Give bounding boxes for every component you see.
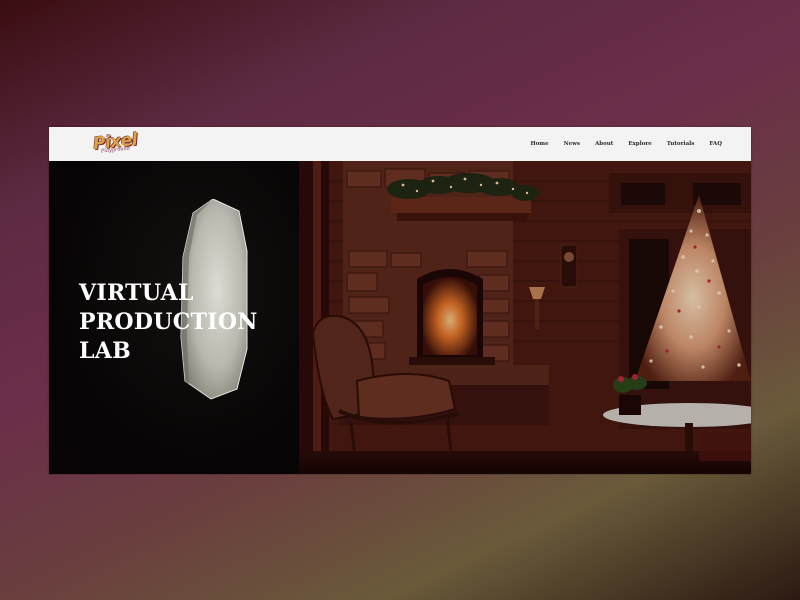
main-nav: Home News About Explore Tutorials FAQ: [515, 139, 722, 149]
site-header: Pixel Playground Home News About Explore…: [49, 127, 751, 161]
hero-banner: VIRTUAL PRODUCTION LAB: [49, 161, 751, 474]
website-frame: Pixel Playground Home News About Explore…: [49, 127, 751, 474]
nav-faq[interactable]: FAQ: [709, 139, 722, 149]
hero-title-line-1: VIRTUAL: [79, 280, 194, 306]
nav-tutorials[interactable]: Tutorials: [667, 139, 695, 149]
site-logo[interactable]: Pixel Playground: [92, 130, 143, 156]
hero-title-line-2: PRODUCTION: [79, 309, 258, 335]
nav-explore[interactable]: Explore: [628, 139, 651, 149]
nav-about[interactable]: About: [595, 139, 613, 149]
fireplace-room-image: [299, 161, 751, 474]
nav-news[interactable]: News: [564, 139, 580, 149]
hero-title-line-3: LAB: [79, 338, 132, 364]
nav-home[interactable]: Home: [530, 139, 548, 149]
living-room-scene: [299, 161, 751, 474]
hero-title: VIRTUAL PRODUCTION LAB: [79, 279, 258, 366]
